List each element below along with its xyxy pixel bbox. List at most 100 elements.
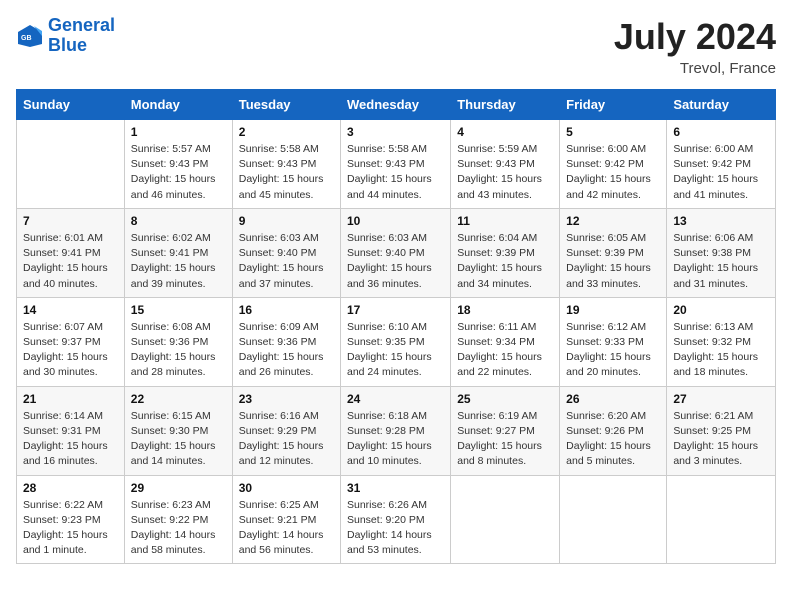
day-number: 24 — [347, 392, 444, 406]
calendar-week-row: 1 Sunrise: 5:57 AMSunset: 9:43 PMDaylight… — [17, 120, 776, 209]
title-block: July 2024 Trevol, France — [614, 16, 776, 77]
calendar-cell: 3 Sunrise: 5:58 AMSunset: 9:43 PMDaylight… — [341, 120, 451, 209]
day-info: Sunrise: 6:10 AMSunset: 9:35 PMDaylight:… — [347, 320, 444, 381]
calendar-cell: 31Sunrise: 6:26 AMSunset: 9:20 PMDayligh… — [341, 475, 451, 564]
calendar-cell: 24 Sunrise: 6:18 AMSunset: 9:28 PMDayligh… — [341, 386, 451, 475]
calendar-cell: 17 Sunrise: 6:10 AMSunset: 9:35 PMDayligh… — [341, 297, 451, 386]
day-number: 3 — [347, 125, 444, 139]
day-number: 21 — [23, 392, 118, 406]
day-header-wednesday: Wednesday — [341, 90, 451, 120]
day-number: 10 — [347, 214, 444, 228]
day-info: Sunrise: 6:21 AMSunset: 9:25 PMDaylight:… — [673, 409, 769, 470]
calendar-cell — [560, 475, 667, 564]
day-header-thursday: Thursday — [451, 90, 560, 120]
day-info: Sunrise: 5:57 AMSunset: 9:43 PMDaylight:… — [131, 142, 226, 203]
day-info: Sunrise: 6:04 AMSunset: 9:39 PMDaylight:… — [457, 231, 553, 292]
day-info: Sunrise: 6:03 AMSunset: 9:40 PMDaylight:… — [239, 231, 334, 292]
calendar-cell: 21 Sunrise: 6:14 AMSunset: 9:31 PMDayligh… — [17, 386, 125, 475]
day-number: 16 — [239, 303, 334, 317]
day-number: 29 — [131, 481, 226, 495]
day-number: 4 — [457, 125, 553, 139]
day-number: 9 — [239, 214, 334, 228]
logo-text-line2: Blue — [48, 36, 115, 56]
day-info: Sunrise: 6:12 AMSunset: 9:33 PMDaylight:… — [566, 320, 660, 381]
calendar-cell: 6 Sunrise: 6:00 AMSunset: 9:42 PMDaylight… — [667, 120, 776, 209]
day-info: Sunrise: 6:22 AMSunset: 9:23 PMDaylight:… — [23, 498, 118, 559]
calendar-cell: 29 Sunrise: 6:23 AMSunset: 9:22 PMDayligh… — [124, 475, 232, 564]
day-number: 11 — [457, 214, 553, 228]
calendar-cell: 9 Sunrise: 6:03 AMSunset: 9:40 PMDaylight… — [232, 208, 340, 297]
day-number: 13 — [673, 214, 769, 228]
location-label: Trevol, France — [614, 60, 776, 77]
day-header-tuesday: Tuesday — [232, 90, 340, 120]
calendar-cell: 23Sunrise: 6:16 AMSunset: 9:29 PMDayligh… — [232, 386, 340, 475]
day-info: Sunrise: 6:23 AMSunset: 9:22 PMDaylight:… — [131, 498, 226, 559]
calendar-cell: 27 Sunrise: 6:21 AMSunset: 9:25 PMDayligh… — [667, 386, 776, 475]
calendar-cell: 18Sunrise: 6:11 AMSunset: 9:34 PMDayligh… — [451, 297, 560, 386]
calendar-cell: 16 Sunrise: 6:09 AMSunset: 9:36 PMDayligh… — [232, 297, 340, 386]
day-info: Sunrise: 6:05 AMSunset: 9:39 PMDaylight:… — [566, 231, 660, 292]
day-header-monday: Monday — [124, 90, 232, 120]
day-info: Sunrise: 6:18 AMSunset: 9:28 PMDaylight:… — [347, 409, 444, 470]
day-info: Sunrise: 6:06 AMSunset: 9:38 PMDaylight:… — [673, 231, 769, 292]
day-info: Sunrise: 5:58 AMSunset: 9:43 PMDaylight:… — [347, 142, 444, 203]
calendar-cell — [667, 475, 776, 564]
day-info: Sunrise: 6:26 AMSunset: 9:20 PMDaylight:… — [347, 498, 444, 559]
calendar-cell: 15 Sunrise: 6:08 AMSunset: 9:36 PMDayligh… — [124, 297, 232, 386]
day-info: Sunrise: 6:07 AMSunset: 9:37 PMDaylight:… — [23, 320, 118, 381]
day-number: 6 — [673, 125, 769, 139]
day-info: Sunrise: 6:20 AMSunset: 9:26 PMDaylight:… — [566, 409, 660, 470]
day-number: 1 — [131, 125, 226, 139]
day-number: 26 — [566, 392, 660, 406]
month-year-title: July 2024 — [614, 16, 776, 58]
day-info: Sunrise: 6:09 AMSunset: 9:36 PMDaylight:… — [239, 320, 334, 381]
day-number: 14 — [23, 303, 118, 317]
day-info: Sunrise: 6:00 AMSunset: 9:42 PMDaylight:… — [673, 142, 769, 203]
day-info: Sunrise: 6:25 AMSunset: 9:21 PMDaylight:… — [239, 498, 334, 559]
calendar-cell: 11 Sunrise: 6:04 AMSunset: 9:39 PMDayligh… — [451, 208, 560, 297]
day-info: Sunrise: 6:08 AMSunset: 9:36 PMDaylight:… — [131, 320, 226, 381]
calendar-cell: 8Sunrise: 6:02 AMSunset: 9:41 PMDaylight… — [124, 208, 232, 297]
calendar-cell: 28Sunrise: 6:22 AMSunset: 9:23 PMDayligh… — [17, 475, 125, 564]
day-number: 27 — [673, 392, 769, 406]
logo-icon: GB — [16, 22, 44, 50]
logo: GB General Blue — [16, 16, 115, 56]
calendar-cell: 7 Sunrise: 6:01 AMSunset: 9:41 PMDaylight… — [17, 208, 125, 297]
day-info: Sunrise: 6:13 AMSunset: 9:32 PMDaylight:… — [673, 320, 769, 381]
calendar-table: SundayMondayTuesdayWednesdayThursdayFrid… — [16, 89, 776, 564]
day-number: 15 — [131, 303, 226, 317]
calendar-week-row: 14 Sunrise: 6:07 AMSunset: 9:37 PMDayligh… — [17, 297, 776, 386]
day-number: 5 — [566, 125, 660, 139]
calendar-cell: 19Sunrise: 6:12 AMSunset: 9:33 PMDayligh… — [560, 297, 667, 386]
day-info: Sunrise: 6:01 AMSunset: 9:41 PMDaylight:… — [23, 231, 118, 292]
day-number: 17 — [347, 303, 444, 317]
day-info: Sunrise: 6:14 AMSunset: 9:31 PMDaylight:… — [23, 409, 118, 470]
day-header-sunday: Sunday — [17, 90, 125, 120]
day-header-friday: Friday — [560, 90, 667, 120]
day-number: 30 — [239, 481, 334, 495]
day-number: 23 — [239, 392, 334, 406]
day-info: Sunrise: 6:00 AMSunset: 9:42 PMDaylight:… — [566, 142, 660, 203]
logo-text-line1: General — [48, 16, 115, 36]
day-info: Sunrise: 6:19 AMSunset: 9:27 PMDaylight:… — [457, 409, 553, 470]
calendar-cell: 30 Sunrise: 6:25 AMSunset: 9:21 PMDayligh… — [232, 475, 340, 564]
calendar-cell: 22Sunrise: 6:15 AMSunset: 9:30 PMDayligh… — [124, 386, 232, 475]
calendar-cell — [17, 120, 125, 209]
calendar-cell: 1 Sunrise: 5:57 AMSunset: 9:43 PMDaylight… — [124, 120, 232, 209]
day-number: 22 — [131, 392, 226, 406]
day-header-saturday: Saturday — [667, 90, 776, 120]
calendar-cell — [451, 475, 560, 564]
day-number: 8 — [131, 214, 226, 228]
day-number: 7 — [23, 214, 118, 228]
calendar-header-row: SundayMondayTuesdayWednesdayThursdayFrid… — [17, 90, 776, 120]
calendar-cell: 4Sunrise: 5:59 AMSunset: 9:43 PMDaylight… — [451, 120, 560, 209]
calendar-cell: 26 Sunrise: 6:20 AMSunset: 9:26 PMDayligh… — [560, 386, 667, 475]
day-info: Sunrise: 5:58 AMSunset: 9:43 PMDaylight:… — [239, 142, 334, 203]
calendar-cell: 25Sunrise: 6:19 AMSunset: 9:27 PMDayligh… — [451, 386, 560, 475]
day-number: 2 — [239, 125, 334, 139]
calendar-week-row: 7 Sunrise: 6:01 AMSunset: 9:41 PMDaylight… — [17, 208, 776, 297]
calendar-cell: 20Sunrise: 6:13 AMSunset: 9:32 PMDayligh… — [667, 297, 776, 386]
day-number: 12 — [566, 214, 660, 228]
calendar-week-row: 28Sunrise: 6:22 AMSunset: 9:23 PMDayligh… — [17, 475, 776, 564]
calendar-cell: 2 Sunrise: 5:58 AMSunset: 9:43 PMDaylight… — [232, 120, 340, 209]
